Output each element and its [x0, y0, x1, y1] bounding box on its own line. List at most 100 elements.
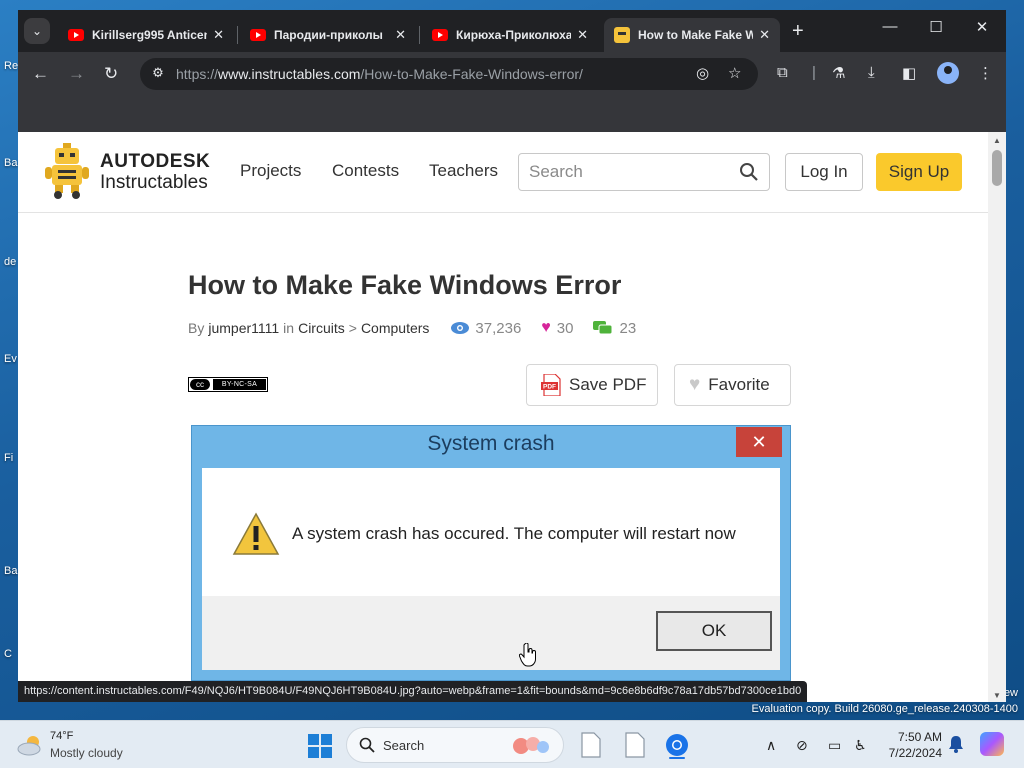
desktop-icon-label[interactable]: Ba: [4, 157, 17, 169]
scroll-up-arrow-icon[interactable]: ▲: [993, 136, 1001, 145]
reload-icon[interactable]: ↻: [104, 64, 118, 84]
by-label: By: [188, 320, 205, 336]
profile-avatar-icon[interactable]: [937, 62, 959, 84]
subcategory-link[interactable]: Computers: [361, 320, 429, 336]
labs-flask-icon[interactable]: ⚗: [832, 64, 845, 82]
instructables-robot-logo[interactable]: [45, 143, 89, 199]
author-link[interactable]: jumper1111: [208, 320, 279, 336]
nav-teachers[interactable]: Teachers: [429, 161, 498, 181]
desktop-icon-label[interactable]: Re: [4, 60, 18, 72]
tracking-protection-icon[interactable]: ◎: [696, 64, 709, 82]
download-icon[interactable]: ⤓: [868, 64, 875, 81]
copilot-icon[interactable]: [980, 732, 1004, 756]
taskbar: 74°F Mostly cloudy Search ∧ ⊘ ▭ ♿ 7:50 A…: [0, 720, 1024, 768]
link-status-bubble: https://content.instructables.com/F49/NQ…: [18, 681, 808, 702]
url-text[interactable]: https://www.instructables.com/How-to-Mak…: [176, 66, 583, 82]
dialog-body: A system crash has occured. The computer…: [202, 468, 780, 596]
cloud-weather-icon[interactable]: [16, 733, 44, 757]
nav-projects[interactable]: Projects: [240, 161, 301, 181]
display-icon[interactable]: ▭: [828, 737, 841, 754]
tab-search-button[interactable]: ⌄: [24, 18, 50, 44]
tab-kirillserg[interactable]: Kirillserg995 Anticen ✕: [58, 18, 234, 52]
heart-outline-icon: ♥: [689, 374, 701, 395]
tab-strip: ⌄ Kirillserg995 Anticen ✕ Пародии-прикол…: [18, 10, 1006, 52]
tab-title: Пародии-приколы: [274, 28, 383, 42]
chrome-icon[interactable]: [664, 731, 690, 759]
youtube-icon: [68, 29, 84, 41]
url-scheme: https://: [176, 66, 219, 82]
dialog-ok-button: OK: [656, 611, 772, 651]
site-logo-text[interactable]: AUTODESK Instructables: [100, 151, 210, 193]
accessibility-icon[interactable]: ♿: [854, 737, 867, 754]
taskbar-search[interactable]: Search: [346, 727, 564, 763]
desktop-icon-label[interactable]: Fi: [4, 452, 13, 464]
address-bar[interactable]: ⚙ https://www.instructables.com/How-to-M…: [140, 58, 758, 90]
hand-cursor-icon: [519, 643, 536, 667]
start-button[interactable]: [308, 734, 332, 758]
browser-toolbar: ← → ↻ ⚙ https://www.instructables.com/Ho…: [18, 52, 1006, 96]
weather-description[interactable]: Mostly cloudy: [50, 746, 123, 760]
tab-parodii[interactable]: Пародии-приколы ✕: [240, 18, 416, 52]
youtube-icon: [432, 29, 448, 41]
desktop-icon-label[interactable]: de: [4, 256, 16, 268]
pdf-icon-label: PDF: [543, 384, 556, 391]
tab-kiryukha[interactable]: Кирюха-Приколюха ✕: [422, 18, 598, 52]
dialog-footer: OK: [202, 596, 780, 670]
tab-instructables[interactable]: How to Make Fake W ✕: [604, 18, 780, 52]
search-highlight-icon: [513, 737, 549, 754]
clock-date: 7/22/2024: [888, 746, 942, 760]
close-window-button[interactable]: ✕: [959, 18, 1005, 36]
forward-icon[interactable]: →: [68, 64, 85, 84]
search-icon: [359, 737, 375, 753]
nav-contests[interactable]: Contests: [332, 161, 399, 181]
license-badge[interactable]: cc BY-NC-SA: [188, 377, 268, 392]
tray-overflow-chevron-icon[interactable]: ∧: [766, 737, 776, 754]
close-tab-icon[interactable]: ✕: [759, 27, 770, 43]
youtube-icon: [250, 29, 266, 41]
category-link[interactable]: Circuits: [298, 320, 345, 336]
maximize-button[interactable]: ☐: [913, 18, 959, 36]
back-icon[interactable]: ←: [32, 64, 49, 84]
notification-bell-icon[interactable]: [948, 735, 964, 753]
bookmarks-bar: [18, 96, 1006, 132]
login-button[interactable]: Log In: [785, 153, 863, 191]
logo-autodesk: AUTODESK: [100, 151, 211, 172]
minimize-button[interactable]: —: [867, 18, 913, 35]
extensions-icon[interactable]: ⧉: [777, 64, 788, 81]
close-tab-icon[interactable]: ✕: [395, 27, 406, 43]
file-explorer-icon[interactable]: [578, 731, 604, 759]
site-info-icon[interactable]: ⚙: [148, 65, 168, 83]
desktop-icon-label[interactable]: Ba: [4, 565, 17, 577]
side-panel-icon[interactable]: ◧: [902, 64, 916, 82]
instructables-robot-icon: [614, 27, 630, 43]
favorite-button[interactable]: ♥ Favorite: [674, 364, 791, 406]
notepad-icon[interactable]: [622, 731, 648, 759]
search-icon[interactable]: [739, 162, 759, 182]
close-tab-icon[interactable]: ✕: [213, 27, 224, 43]
tab-divider: [237, 26, 238, 44]
breadcrumb-separator: >: [348, 320, 357, 336]
taskbar-search-label: Search: [383, 738, 425, 753]
bookmark-star-icon[interactable]: ☆: [728, 64, 741, 82]
search-input[interactable]: [529, 162, 729, 182]
article-main-image[interactable]: System crash ✕ A system crash has occure…: [191, 425, 791, 687]
scroll-thumb[interactable]: [992, 150, 1002, 186]
menu-kebab-icon[interactable]: ⋮: [978, 64, 993, 82]
tab-divider: [419, 26, 420, 44]
signup-button[interactable]: Sign Up: [876, 153, 962, 191]
desktop-icon-label[interactable]: C: [4, 648, 12, 660]
no-network-icon[interactable]: ⊘: [796, 737, 808, 754]
page-scrollbar[interactable]: ▲ ▼: [988, 132, 1006, 702]
pdf-icon: PDF: [541, 374, 561, 396]
tab-title: How to Make Fake W: [638, 28, 754, 42]
desktop-icon-label[interactable]: Ev: [4, 353, 17, 365]
in-label: in: [283, 320, 295, 336]
scroll-down-arrow-icon[interactable]: ▼: [993, 691, 1001, 700]
favorites-stat: ♥ 30: [541, 319, 573, 337]
weather-temperature[interactable]: 74°F: [50, 730, 73, 742]
system-clock[interactable]: 7:50 AM 7/22/2024: [876, 729, 942, 761]
save-pdf-button[interactable]: PDF Save PDF: [526, 364, 658, 406]
new-tab-button[interactable]: +: [792, 20, 804, 43]
close-tab-icon[interactable]: ✕: [577, 27, 588, 43]
url-host: www.instructables.com: [218, 66, 361, 82]
